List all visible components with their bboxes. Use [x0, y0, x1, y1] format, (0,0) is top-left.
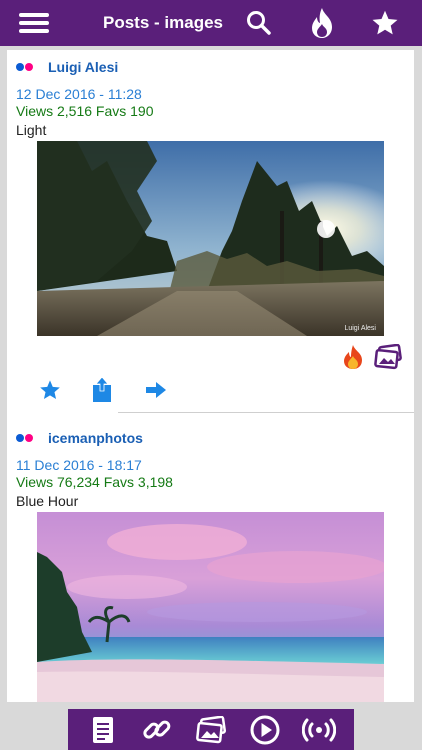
hamburger-menu-icon[interactable]: [14, 0, 54, 46]
images-badge-icon[interactable]: [374, 343, 402, 370]
post-date: 11 Dec 2016 - 18:17: [16, 457, 142, 473]
post-header: Luigi Alesi: [16, 50, 414, 84]
post-author[interactable]: icemanphotos: [48, 430, 143, 446]
post-photo[interactable]: [37, 512, 384, 702]
flickr-logo-icon: [16, 434, 48, 442]
post-card: icemanphotos 11 Dec 2016 - 18:17 Views 7…: [7, 421, 414, 702]
star-icon[interactable]: [364, 0, 406, 46]
document-icon[interactable]: [85, 712, 121, 748]
page-title: Posts - images: [103, 13, 223, 32]
post-actions: [16, 376, 414, 410]
post-badges: [16, 336, 414, 376]
post-caption: Blue Hour: [16, 493, 79, 509]
search-icon[interactable]: [240, 0, 278, 46]
post-stats: Views 76,234 Favs 3,198: [16, 474, 173, 490]
broadcast-icon[interactable]: [301, 712, 337, 748]
post-author[interactable]: Luigi Alesi: [48, 59, 118, 75]
bottom-toolbar: [68, 709, 354, 750]
forward-arrow-icon[interactable]: [142, 376, 170, 404]
post-header: icemanphotos: [16, 421, 414, 455]
top-navigation-bar: Posts - images: [0, 0, 422, 46]
share-icon[interactable]: [88, 376, 116, 404]
posts-feed[interactable]: Luigi Alesi 12 Dec 2016 - 11:28 Views 2,…: [7, 50, 414, 702]
flame-badge-icon[interactable]: [341, 344, 367, 370]
favorite-star-icon[interactable]: [36, 376, 64, 404]
post-date: 12 Dec 2016 - 11:28: [16, 86, 142, 102]
post-stats: Views 2,516 Favs 190: [16, 103, 154, 119]
post-divider: [118, 412, 414, 413]
link-icon[interactable]: [139, 712, 175, 748]
post-photo[interactable]: Luigi Alesi: [37, 141, 384, 336]
images-icon[interactable]: [193, 712, 229, 748]
photo-credit: Luigi Alesi: [344, 325, 376, 332]
post-caption: Light: [16, 122, 47, 138]
flame-icon[interactable]: [302, 0, 342, 46]
play-icon[interactable]: [247, 712, 283, 748]
post-card: Luigi Alesi 12 Dec 2016 - 11:28 Views 2,…: [7, 50, 414, 413]
flickr-logo-icon: [16, 63, 48, 71]
